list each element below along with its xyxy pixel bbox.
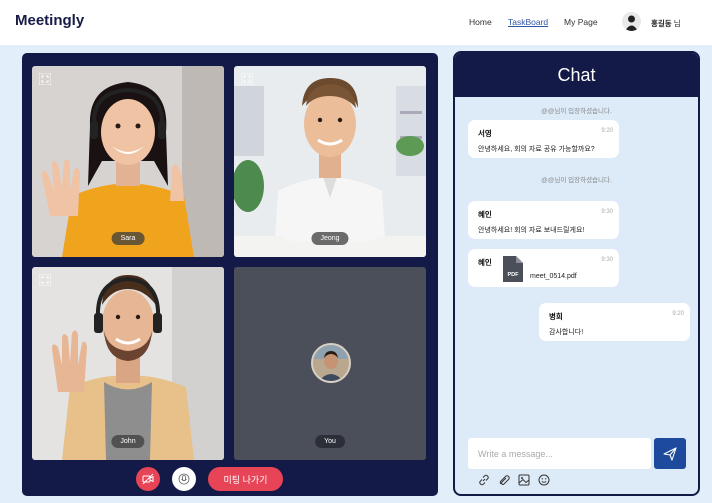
message-sender: 혜인 xyxy=(478,210,492,219)
chat-panel: Chat @@님이 입장하셨습니다. 서영 9:20 안녕하세요, 회의 자료 … xyxy=(453,51,700,496)
app-logo[interactable]: Meetingly xyxy=(15,12,84,29)
fullscreen-icon[interactable] xyxy=(241,73,253,85)
nav-taskboard[interactable]: TaskBoard xyxy=(508,17,548,27)
message-time: 9:20 xyxy=(601,128,613,134)
participant-name-tag: Jeong xyxy=(311,232,349,245)
paperclip-icon[interactable] xyxy=(498,474,510,486)
video-tile-john[interactable]: John xyxy=(32,267,224,460)
chat-file-message: 혜인 9:30 PDF meet_0514.pdf xyxy=(468,249,619,287)
image-icon[interactable] xyxy=(518,474,530,486)
file-type-label: PDF xyxy=(508,272,520,278)
chat-message-own: 병희 9:20 감사합니다! xyxy=(539,303,690,341)
camera-toggle-button[interactable] xyxy=(136,467,160,491)
mic-toggle-button[interactable] xyxy=(172,467,196,491)
top-bar: Meetingly Home TaskBoard My Page 홍길동 님 xyxy=(0,0,712,45)
leave-meeting-button[interactable]: 미팅 나가기 xyxy=(208,467,283,491)
system-message: @@님이 입장하셨습니다. xyxy=(541,177,612,184)
nav-home[interactable]: Home xyxy=(469,17,492,27)
message-sender: 혜인 xyxy=(478,258,492,267)
send-button[interactable] xyxy=(654,438,686,469)
fullscreen-icon[interactable] xyxy=(39,73,51,85)
message-input[interactable] xyxy=(468,438,651,469)
user-name: 홍길동 님 xyxy=(651,19,681,28)
message-sender: 병희 xyxy=(549,312,563,321)
chat-message: 혜인 9:30 안녕하세요! 회의 자료 보내드릴게요! xyxy=(468,201,619,239)
message-text: 안녕하세요! 회의 자료 보내드릴게요! xyxy=(478,227,585,234)
message-text: 감사합니다! xyxy=(549,329,584,336)
video-panel: Sara Jeong John You 미팅 나가기 xyxy=(22,53,438,496)
participant-name-tag: Sara xyxy=(111,232,145,245)
message-time: 9:20 xyxy=(672,311,684,317)
participant-name-tag: John xyxy=(111,435,145,448)
link-icon[interactable] xyxy=(478,474,490,486)
message-time: 9:30 xyxy=(601,209,613,215)
user-avatar[interactable] xyxy=(622,12,641,31)
mic-icon xyxy=(178,473,190,485)
video-tile-self[interactable]: You xyxy=(234,267,426,460)
system-message: @@님이 입장하셨습니다. xyxy=(541,108,612,115)
message-text: 안녕하세요, 회의 자료 공유 가능할까요? xyxy=(478,146,595,153)
video-tile-sara[interactable]: Sara xyxy=(32,66,224,257)
camera-off-icon xyxy=(142,473,154,485)
pdf-file-icon[interactable]: PDF xyxy=(503,256,523,282)
nav-my-page[interactable]: My Page xyxy=(564,17,598,27)
meeting-controls: 미팅 나가기 xyxy=(22,465,438,493)
video-tile-jeong[interactable]: Jeong xyxy=(234,66,426,257)
chat-title: Chat xyxy=(455,53,698,97)
message-sender: 서영 xyxy=(478,129,492,138)
message-time: 9:30 xyxy=(601,257,613,263)
file-name[interactable]: meet_0514.pdf xyxy=(530,273,577,280)
chat-message: 서영 9:20 안녕하세요, 회의 자료 공유 가능할까요? xyxy=(468,120,619,158)
emoji-icon[interactable] xyxy=(538,474,550,486)
participant-name-tag: You xyxy=(315,435,345,448)
fullscreen-icon[interactable] xyxy=(39,274,51,286)
self-avatar xyxy=(311,343,351,383)
send-icon xyxy=(663,446,677,461)
